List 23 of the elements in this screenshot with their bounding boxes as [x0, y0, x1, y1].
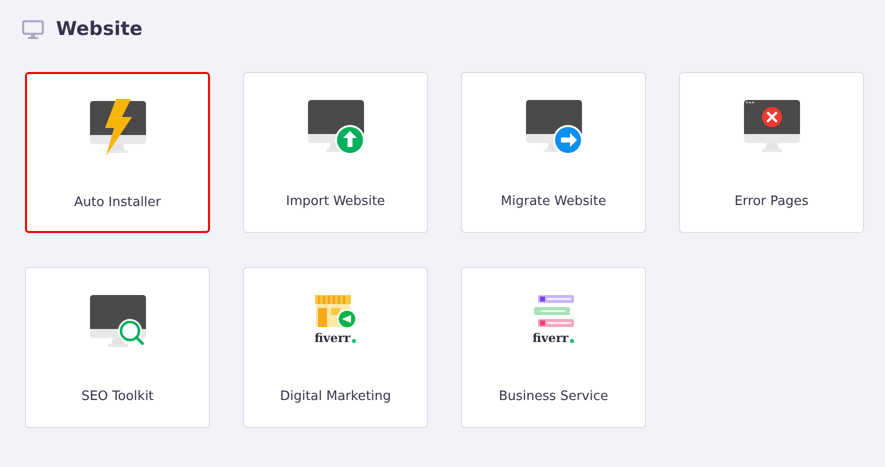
monitor-icon — [22, 20, 44, 38]
tool-card[interactable]: fiverr Business Service — [461, 267, 646, 428]
tool-card[interactable]: Auto Installer — [25, 72, 210, 233]
card-label: Import Website — [286, 194, 386, 209]
card-label: Digital Marketing — [280, 389, 392, 404]
dot-icon — [352, 339, 356, 343]
section-title: Website — [56, 18, 143, 40]
logo-text: fiverr — [532, 332, 568, 345]
card-label: SEO Toolkit — [81, 389, 154, 404]
monitor-arrow-icon — [524, 98, 584, 156]
tool-card[interactable]: Import Website — [243, 72, 428, 233]
tool-card[interactable]: Migrate Website — [461, 72, 646, 233]
card-label: Business Service — [498, 389, 608, 404]
tool-card[interactable]: Error Pages — [679, 72, 864, 233]
card-label: Error Pages — [734, 194, 809, 209]
monitor-lightning-icon — [88, 99, 148, 157]
dot-icon — [570, 339, 574, 343]
card-label: Migrate Website — [500, 194, 606, 209]
tool-card[interactable]: fiverr Digital Marketing — [243, 267, 428, 428]
logo-text: fiverr — [314, 332, 350, 345]
tool-card[interactable]: SEO Toolkit — [25, 267, 210, 428]
monitor-upload-icon — [306, 98, 366, 156]
card-label: Auto Installer — [74, 195, 161, 210]
